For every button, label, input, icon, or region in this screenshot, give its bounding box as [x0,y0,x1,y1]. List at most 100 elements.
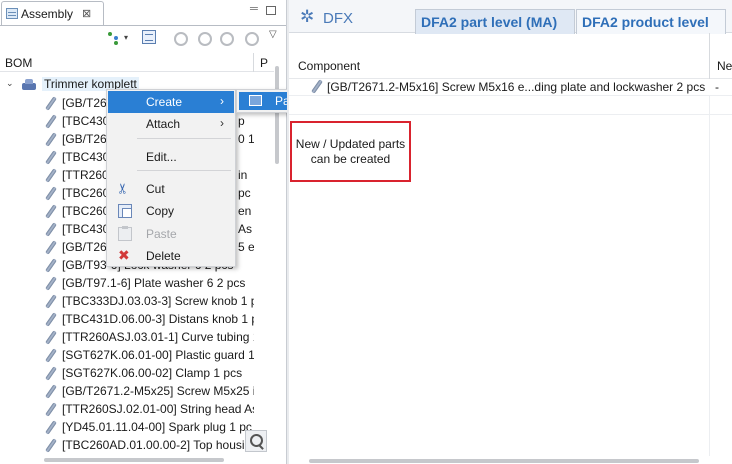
part-icon [44,115,57,128]
tree-row-label: [SGT627K.06.01-00] Plastic guard 1 p [62,348,254,362]
tree-row[interactable]: [TBC431D.06.00-3] Distans knob 1 p [0,310,254,328]
assembly-view-icon [6,8,18,19]
part-icon [44,313,57,326]
tree-row-label: [YD45.01.11.04-00] Spark plug 1 pc [62,420,252,434]
horizontal-scrollbar[interactable] [309,459,699,463]
horizontal-scrollbar[interactable] [44,458,224,462]
part-icon [44,241,57,254]
menu-item-label: Create [146,95,183,109]
view-menu-icon[interactable]: ▽ [269,29,283,43]
tree-row-tail: pc [238,186,251,200]
part-icon [44,295,57,308]
chevron-down-icon[interactable]: ▾ [124,33,138,47]
context-menu: Create › Attach › Edit... Cut Copy Paste Delete [106,89,236,267]
tree-row-label: [TBC260AD.01.00.00-2] Top housing [62,438,254,452]
tab-assembly[interactable]: Assembly ⊠ [1,1,104,25]
paste-icon [118,226,132,241]
tree-row-label: [GB/T2671.2-M5x25] Screw M5x25 i [62,384,254,398]
dfx-header: DFX DFA2 part level (MA) DFA2 product le… [289,0,732,34]
tree-row-label: [GB/T26 [62,240,107,254]
assembly-icon [22,79,37,91]
part-icon [44,205,57,218]
menu-item-copy[interactable]: Copy [108,200,234,222]
part-icon [44,403,57,416]
tree-row-label: [TBC430 [62,150,110,164]
tab-dfa2-part-level[interactable]: DFA2 part level (MA) [415,9,575,34]
dfx-icon [300,7,316,27]
tree-row-tail: 0 1 [238,132,254,146]
part-icon [44,259,57,272]
menu-item-attach[interactable]: Attach › [108,113,234,135]
tree-row[interactable]: [TBC260AD.01.00.00-2] Top housing [0,436,254,454]
ne-column-title[interactable]: Ne [717,59,732,73]
tree-row[interactable]: [TTR260SJ.02.01-00] String head Ass [0,400,254,418]
dfx-title: DFX [323,10,353,27]
menu-item-delete[interactable]: Delete [108,245,234,267]
part-icon [44,151,57,164]
tree-row[interactable]: [YD45.01.11.04-00] Spark plug 1 pc [0,418,254,436]
menu-item-label: Copy [146,204,175,218]
part-icon [44,385,57,398]
chevron-down-icon[interactable]: ⌄ [6,78,14,89]
tree-row-label: [TBC430 [62,222,110,236]
tool-disabled-icon-4 [243,30,259,46]
scissors-icon [118,182,132,196]
menu-separator [137,170,231,171]
menu-separator [137,138,231,139]
tab-assembly-label: Assembly [21,6,74,21]
tree-row-label: [TBC430 [62,114,110,128]
tree-row[interactable]: [SGT627K.06.00-02] Clamp 1 pcs [0,364,254,382]
part-icon [44,133,57,146]
menu-item-label: Paste [146,227,177,241]
menu-item-edit[interactable]: Edit... [108,146,234,168]
table-row[interactable]: [GB/T2671.2-M5x16] Screw M5x16 e...ding … [289,79,732,96]
column-separator[interactable] [709,33,710,79]
p-column-title[interactable]: P [260,56,268,70]
tabbar-divider [0,25,286,26]
document-icon[interactable] [142,30,156,44]
tree-row[interactable]: [GB/T2671.2-M5x25] Screw M5x25 i [0,382,254,400]
close-tab-icon[interactable]: ⊠ [82,7,91,20]
tree-row-label: [SGT627K.06.00-02] Clamp 1 pcs [62,366,243,380]
tree-row-label: [GB/T26 [62,96,107,110]
tree-row-label: [TBC260 [62,204,110,218]
part-icon [44,331,57,344]
component-table-header: Component Ne [289,33,732,79]
bom-column-title[interactable]: BOM [5,56,32,70]
menu-item-label: Delete [146,249,181,263]
component-column-title[interactable]: Component [298,59,360,73]
tab-dfa2-product-level[interactable]: DFA2 product level [576,9,726,34]
search-icon[interactable] [245,430,267,452]
tree-row-tail: in [238,168,248,182]
ne-cell: - [715,80,719,94]
menu-item-cut[interactable]: Cut [108,178,234,200]
maximize-icon[interactable] [266,6,276,15]
empty-table-row [289,98,732,115]
part-icon [44,277,57,290]
tree-row[interactable]: [TTR260ASJ.03.01-1] Curve tubing 1 [0,328,254,346]
tree-row[interactable]: [SGT627K.06.01-00] Plastic guard 1 p [0,346,254,364]
part-icon [44,97,57,110]
tree-row-label: [TBC431D.06.00-3] Distans knob 1 p [62,312,254,326]
annotation-text: New / Updated parts can be created [295,137,406,166]
part-icon [44,349,57,362]
menu-item-label: Edit... [146,150,177,164]
component-cell: [GB/T2671.2-M5x16] Screw M5x16 e...ding … [327,80,706,94]
menu-item-label: Attach [146,117,181,131]
tree-structure-icon[interactable] [106,30,120,44]
part-icon [249,95,262,106]
tree-row-label: [GB/T26 [62,132,107,146]
part-icon [44,421,57,434]
column-separator[interactable] [253,53,254,72]
tree-row-tail: p [238,114,245,128]
tree-row[interactable]: [TBC333DJ.03.03-3] Screw knob 1 pc [0,292,254,310]
tree-row-label: [TTR260ASJ.03.01-1] Curve tubing 1 [62,330,254,344]
menu-item-create[interactable]: Create › [108,91,234,113]
part-icon [310,80,323,93]
tool-disabled-icon-3 [218,30,234,46]
vertical-scrollbar[interactable] [275,66,279,164]
tree-row[interactable]: [GB/T97.1-6] Plate washer 6 2 pcs [0,274,254,292]
minimize-icon[interactable]: ═ [250,3,258,15]
column-grid-line [709,96,710,456]
tree-row-label: [TBC333DJ.03.03-3] Screw knob 1 pc [62,294,254,308]
